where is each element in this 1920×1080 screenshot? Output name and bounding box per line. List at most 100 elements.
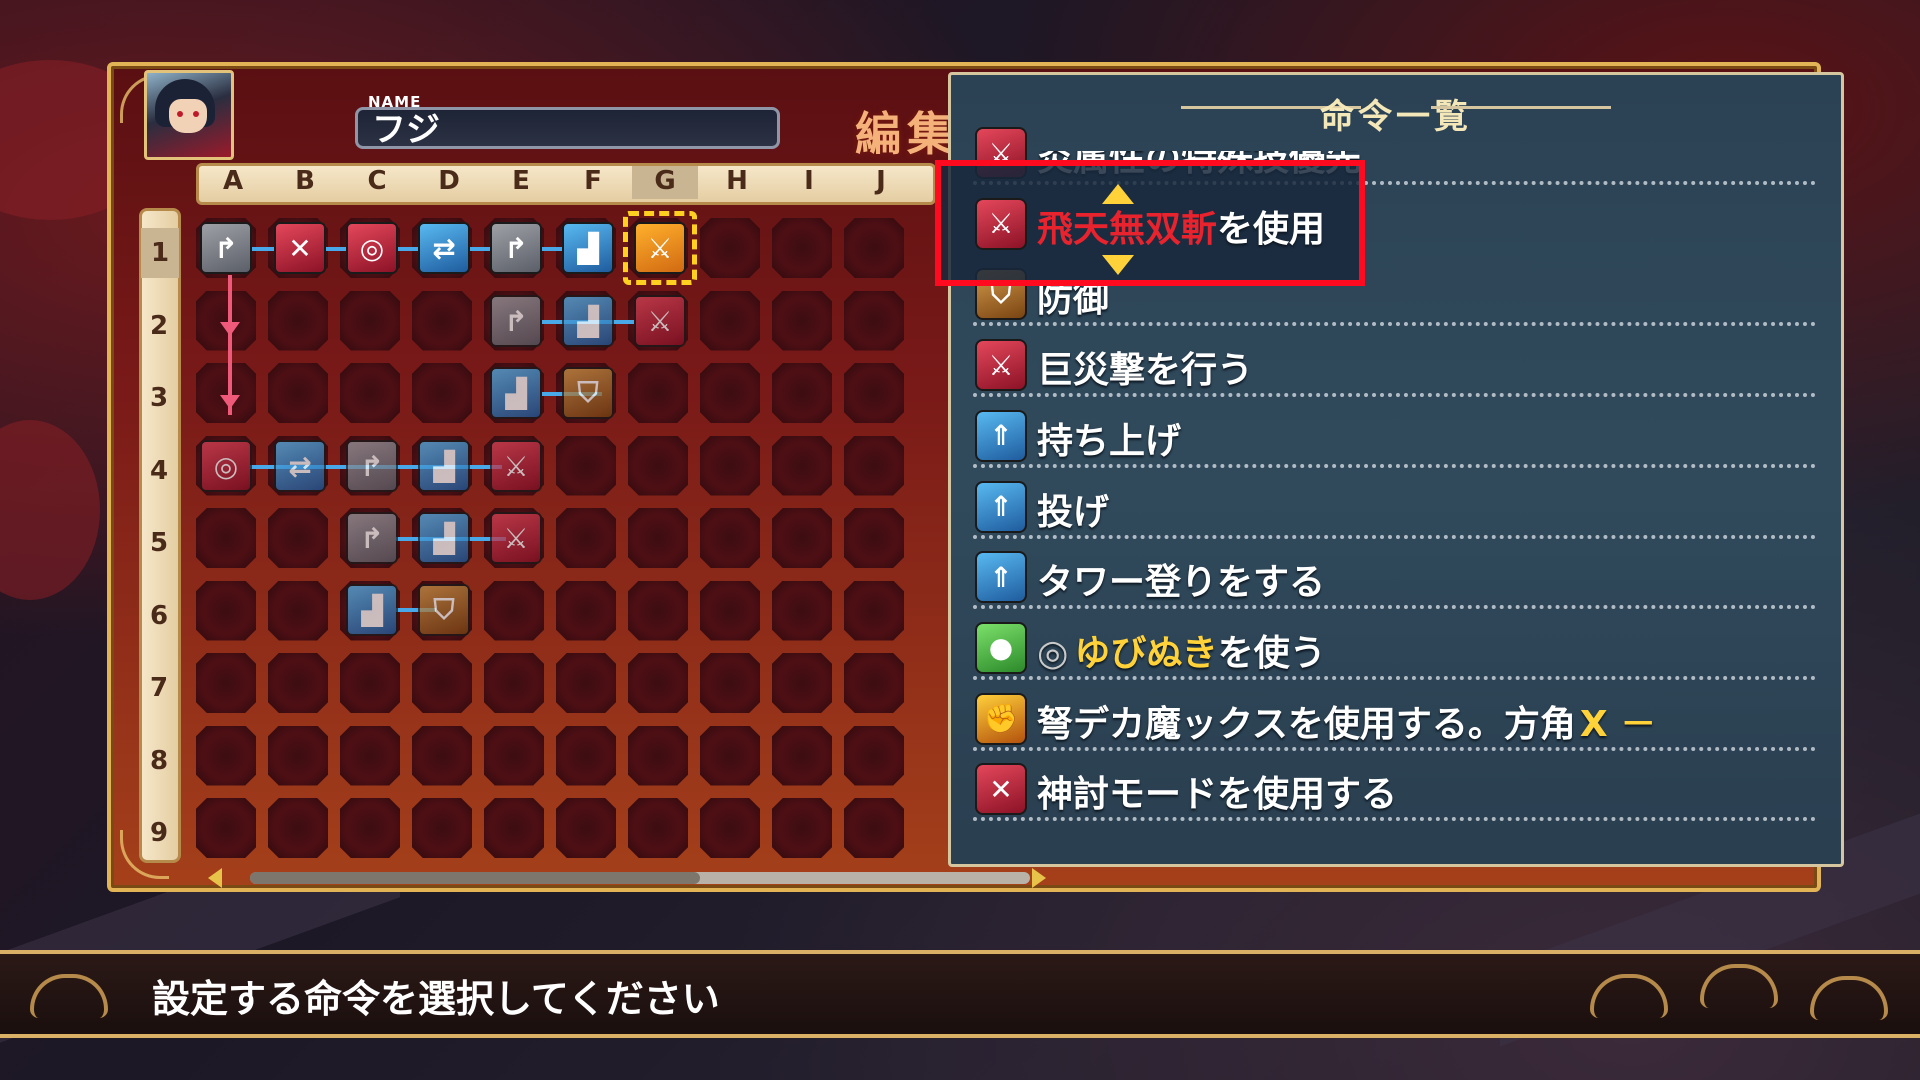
grid-cell[interactable]	[556, 798, 616, 858]
scroll-thumb[interactable]	[250, 872, 700, 884]
grid-cell[interactable]	[700, 798, 760, 858]
grid-cell[interactable]	[628, 725, 688, 786]
grid-cell[interactable]	[556, 435, 616, 496]
grid-cell[interactable]	[484, 725, 544, 786]
command-list-item[interactable]: ⚔ 巨災撃を行う	[951, 329, 1841, 399]
command-list-item[interactable]: ✊ 弩デカ魔ックスを使用する。方角 X －	[951, 683, 1841, 753]
grid-cell[interactable]	[412, 653, 472, 713]
grid-cell[interactable]	[700, 653, 760, 713]
grid-cell[interactable]	[772, 218, 832, 278]
grid-cell[interactable]	[844, 508, 904, 568]
cursor-down-icon[interactable]	[1102, 255, 1134, 275]
grid-cell[interactable]	[844, 435, 904, 496]
command-list-item[interactable]: ⇑ 持ち上げ	[951, 400, 1841, 470]
sword-command-icon[interactable]: ⚔	[490, 440, 542, 492]
shield-command-icon[interactable]: ⛉	[418, 584, 470, 636]
turn-command-icon[interactable]: ↱	[200, 222, 252, 274]
grid-cell[interactable]	[700, 580, 760, 641]
turn-command-icon[interactable]: ↱	[346, 440, 398, 492]
grid-cell[interactable]	[700, 363, 760, 423]
grid-cell[interactable]	[772, 435, 832, 496]
swap-command-icon[interactable]: ⇄	[418, 222, 470, 274]
target-command-icon[interactable]: ◎	[346, 222, 398, 274]
shield-command-icon[interactable]: ⛉	[562, 367, 614, 419]
grid-cell[interactable]	[268, 798, 328, 858]
grid-cell[interactable]	[628, 363, 688, 423]
grid-cell[interactable]	[340, 363, 400, 423]
target-command-icon[interactable]: ◎	[200, 440, 252, 492]
sword-command-icon[interactable]: ⚔	[490, 512, 542, 564]
grid-cell[interactable]	[268, 508, 328, 568]
command-list-item[interactable]: ● ◎ ゆびぬきを使う	[951, 612, 1841, 682]
grid-cell[interactable]	[844, 580, 904, 641]
move-command-icon[interactable]: ▟	[418, 512, 470, 564]
grid-cell[interactable]	[556, 580, 616, 641]
turn-command-icon[interactable]: ↱	[346, 512, 398, 564]
grid-cell[interactable]	[844, 798, 904, 858]
grid-cell[interactable]	[844, 363, 904, 423]
grid-cell[interactable]	[196, 508, 256, 568]
grid-cell[interactable]	[772, 653, 832, 713]
grid-cell[interactable]	[196, 725, 256, 786]
grid-cell[interactable]	[844, 290, 904, 351]
grid-cell[interactable]	[412, 363, 472, 423]
move-command-icon[interactable]: ▟	[562, 222, 614, 274]
scroll-right-icon[interactable]	[1032, 868, 1046, 888]
grid-cell[interactable]	[700, 218, 760, 278]
grid-cell[interactable]	[340, 798, 400, 858]
grid-cell[interactable]	[268, 363, 328, 423]
grid-cell[interactable]	[268, 725, 328, 786]
grid-cell[interactable]	[700, 290, 760, 351]
grid-cell[interactable]	[772, 508, 832, 568]
grid-cell[interactable]	[772, 363, 832, 423]
turn-command-icon[interactable]: ↱	[490, 295, 542, 347]
command-list-item[interactable]: ⇑ タワー登りをする	[951, 541, 1841, 611]
command-list-item[interactable]: ⇑ 投げ	[951, 471, 1841, 541]
command-list-item[interactable]: ✕ 神討モードを使用する	[951, 753, 1841, 823]
grid-cell[interactable]	[844, 218, 904, 278]
grid-cell[interactable]	[196, 653, 256, 713]
grid-cell[interactable]	[844, 725, 904, 786]
grid-cell[interactable]	[340, 290, 400, 351]
command-list-item[interactable]: ⚔ 飛天無双斬を使用	[951, 188, 1371, 258]
sword-command-icon[interactable]: ⚔	[634, 295, 686, 347]
move-command-icon[interactable]: ▟	[490, 367, 542, 419]
grid-cell[interactable]	[196, 798, 256, 858]
grid-cell[interactable]	[412, 290, 472, 351]
grid-cell[interactable]	[772, 725, 832, 786]
move-command-icon[interactable]: ▟	[562, 295, 614, 347]
grid-cell[interactable]	[556, 725, 616, 786]
grid-cell[interactable]	[700, 508, 760, 568]
grid-cell[interactable]	[628, 508, 688, 568]
grid-cell[interactable]	[844, 653, 904, 713]
grid-cell[interactable]	[700, 725, 760, 786]
grid-cell[interactable]	[772, 290, 832, 351]
grid-cell[interactable]	[268, 580, 328, 641]
grid-cell[interactable]	[340, 653, 400, 713]
grid-cell[interactable]	[628, 653, 688, 713]
grid-cell[interactable]	[628, 435, 688, 496]
grid-cell[interactable]	[196, 290, 256, 351]
grid-cell[interactable]	[412, 798, 472, 858]
grid-cell[interactable]	[484, 580, 544, 641]
grid-cell[interactable]	[772, 798, 832, 858]
grid-cell[interactable]	[556, 508, 616, 568]
grid-cell[interactable]	[484, 798, 544, 858]
grid-cell[interactable]	[772, 580, 832, 641]
scroll-left-icon[interactable]	[208, 868, 222, 888]
grid-cell[interactable]	[268, 653, 328, 713]
grid-cell[interactable]	[628, 798, 688, 858]
god-mode-command-icon[interactable]: ✕	[274, 222, 326, 274]
horizontal-scrollbar[interactable]	[250, 872, 1030, 884]
grid-cell[interactable]	[268, 290, 328, 351]
swap-command-icon[interactable]: ⇄	[274, 440, 326, 492]
turn-command-icon[interactable]: ↱	[490, 222, 542, 274]
grid-cell[interactable]	[196, 363, 256, 423]
move-command-icon[interactable]: ▟	[418, 440, 470, 492]
grid-cell[interactable]	[484, 653, 544, 713]
move-command-icon[interactable]: ▟	[346, 584, 398, 636]
grid-cell[interactable]	[628, 580, 688, 641]
grid-cell[interactable]	[196, 580, 256, 641]
grid-cell[interactable]	[556, 653, 616, 713]
grid-cell[interactable]	[700, 435, 760, 496]
